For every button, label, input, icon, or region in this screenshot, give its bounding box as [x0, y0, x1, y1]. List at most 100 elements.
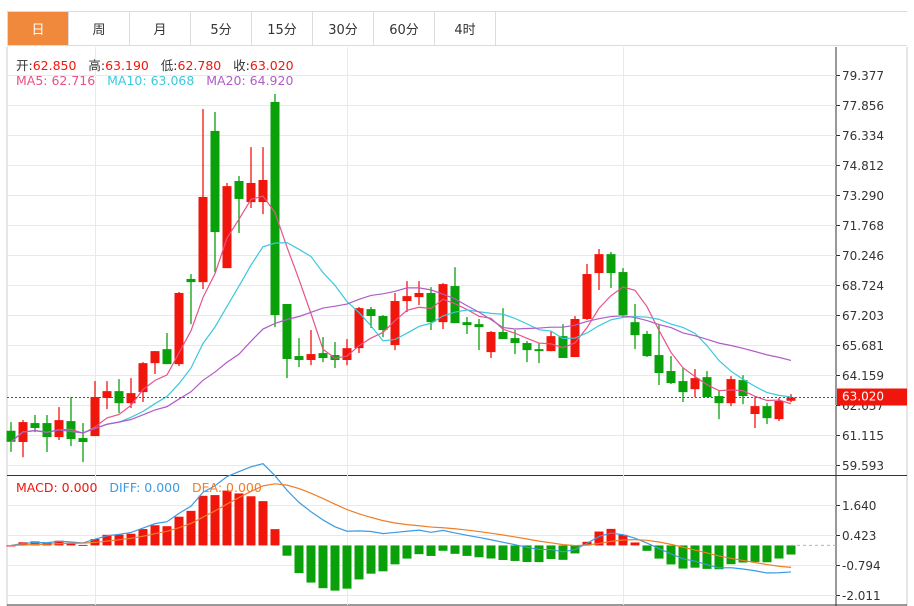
- macd-bar: [486, 545, 496, 559]
- price-tick-label: 70.246: [842, 248, 884, 263]
- ma-legend: MA5: 62.716 MA10: 63.068 MA20: 64.920: [16, 73, 293, 88]
- price-tick-label: 61.115: [842, 428, 884, 443]
- macd-bar: [282, 545, 292, 556]
- macd-bar: [450, 545, 460, 554]
- price-tick-label: 59.593: [842, 458, 884, 473]
- macd-bar: [354, 545, 364, 580]
- price-tick-label: 77.856: [842, 98, 884, 113]
- candle-up: [222, 186, 232, 269]
- candle-up: [594, 254, 604, 274]
- price-tick-label: 71.768: [842, 218, 884, 233]
- candle-down: [30, 423, 40, 428]
- candle-up: [726, 379, 736, 404]
- macd-bar: [714, 545, 724, 570]
- ma10-value: MA10: 63.068: [107, 73, 195, 88]
- macd-tick-label: 1.640: [842, 498, 877, 513]
- candle-up: [306, 354, 316, 360]
- ma5-value: MA5: 62.716: [16, 73, 96, 88]
- macd-bar: [186, 510, 196, 546]
- price-tick-label: 76.334: [842, 128, 884, 143]
- close-label: 收:: [233, 58, 250, 73]
- candle-down: [762, 406, 772, 419]
- price-tick-label: 64.159: [842, 368, 884, 383]
- candle-down: [6, 430, 16, 442]
- high-value: 63.190: [105, 58, 149, 73]
- candle-down: [42, 423, 52, 438]
- diff-value: DIFF: 0.000: [109, 480, 181, 495]
- macd-bar: [174, 516, 184, 546]
- macd-bar: [198, 495, 208, 546]
- candle-down: [510, 338, 520, 344]
- candle-down: [522, 343, 532, 351]
- price-tick-label: 73.290: [842, 188, 884, 203]
- macd-bar: [210, 495, 220, 546]
- candle-down: [78, 438, 88, 442]
- macd-bar: [426, 545, 436, 556]
- macd-bar: [762, 545, 772, 563]
- candle-up: [750, 406, 760, 415]
- macd-bar: [510, 545, 520, 561]
- candle-up: [258, 180, 268, 203]
- candle-up: [582, 274, 592, 319]
- macd-bar: [126, 533, 136, 546]
- open-label: 开:: [16, 58, 33, 73]
- candle-up: [774, 400, 784, 420]
- candle-down: [678, 381, 688, 393]
- macd-bar: [246, 496, 256, 546]
- candle-down: [630, 322, 640, 336]
- macd-bar: [234, 493, 244, 546]
- candle-down: [534, 349, 544, 352]
- macd-bar: [378, 545, 388, 572]
- candle-down: [666, 371, 676, 384]
- price-tick-label: 65.681: [842, 338, 884, 353]
- candle-down: [210, 130, 220, 233]
- macd-tick-label: -0.794: [842, 558, 881, 573]
- candle-down: [642, 333, 652, 357]
- candle-up: [354, 308, 364, 349]
- candle-up: [486, 331, 496, 353]
- candle-down: [738, 380, 748, 397]
- high-label: 高:: [88, 58, 106, 73]
- macd-bar: [462, 545, 472, 556]
- candle-up: [690, 378, 700, 390]
- macd-bar: [390, 545, 400, 565]
- candle-up: [402, 296, 412, 302]
- macd-bar: [558, 545, 568, 560]
- candle-down: [294, 356, 304, 360]
- candle-down: [186, 278, 196, 283]
- price-tick-label: 68.724: [842, 278, 884, 293]
- candle-down: [282, 304, 292, 360]
- macd-bar: [498, 545, 508, 560]
- ma10-line: [10, 242, 792, 443]
- ma5-line: [10, 195, 792, 443]
- price-tick-label: 67.203: [842, 308, 884, 323]
- candle-down: [606, 254, 616, 274]
- macd-bar: [222, 490, 232, 546]
- macd-bar: [750, 545, 760, 562]
- kline-chart[interactable]: [0, 0, 914, 606]
- candle-up: [414, 292, 424, 298]
- candle-down: [234, 180, 244, 199]
- candle-down: [654, 355, 664, 373]
- macd-bar: [150, 525, 160, 546]
- macd-bar: [534, 545, 544, 563]
- macd-bar: [774, 545, 784, 559]
- macd-tick-label: 0.423: [842, 528, 877, 543]
- candle-down: [378, 316, 388, 331]
- macd-bar: [258, 501, 268, 546]
- current-price-tag: 63.020: [837, 388, 907, 406]
- macd-legend: MACD: 0.000 DIFF: 0.000 DEA: 0.000: [16, 480, 262, 495]
- price-tick-label: 74.812: [842, 158, 884, 173]
- candle-down: [318, 353, 328, 359]
- macd-bar: [294, 545, 304, 574]
- macd-bar: [726, 545, 736, 565]
- macd-bar: [78, 544, 88, 546]
- candle-down: [462, 322, 472, 326]
- macd-bar: [474, 545, 484, 558]
- macd-bar: [342, 545, 352, 589]
- macd-bar: [318, 545, 328, 589]
- macd-bar: [306, 545, 316, 583]
- candle-down: [498, 331, 508, 340]
- candle-down: [474, 324, 484, 328]
- macd-tick-label: -2.011: [842, 588, 881, 603]
